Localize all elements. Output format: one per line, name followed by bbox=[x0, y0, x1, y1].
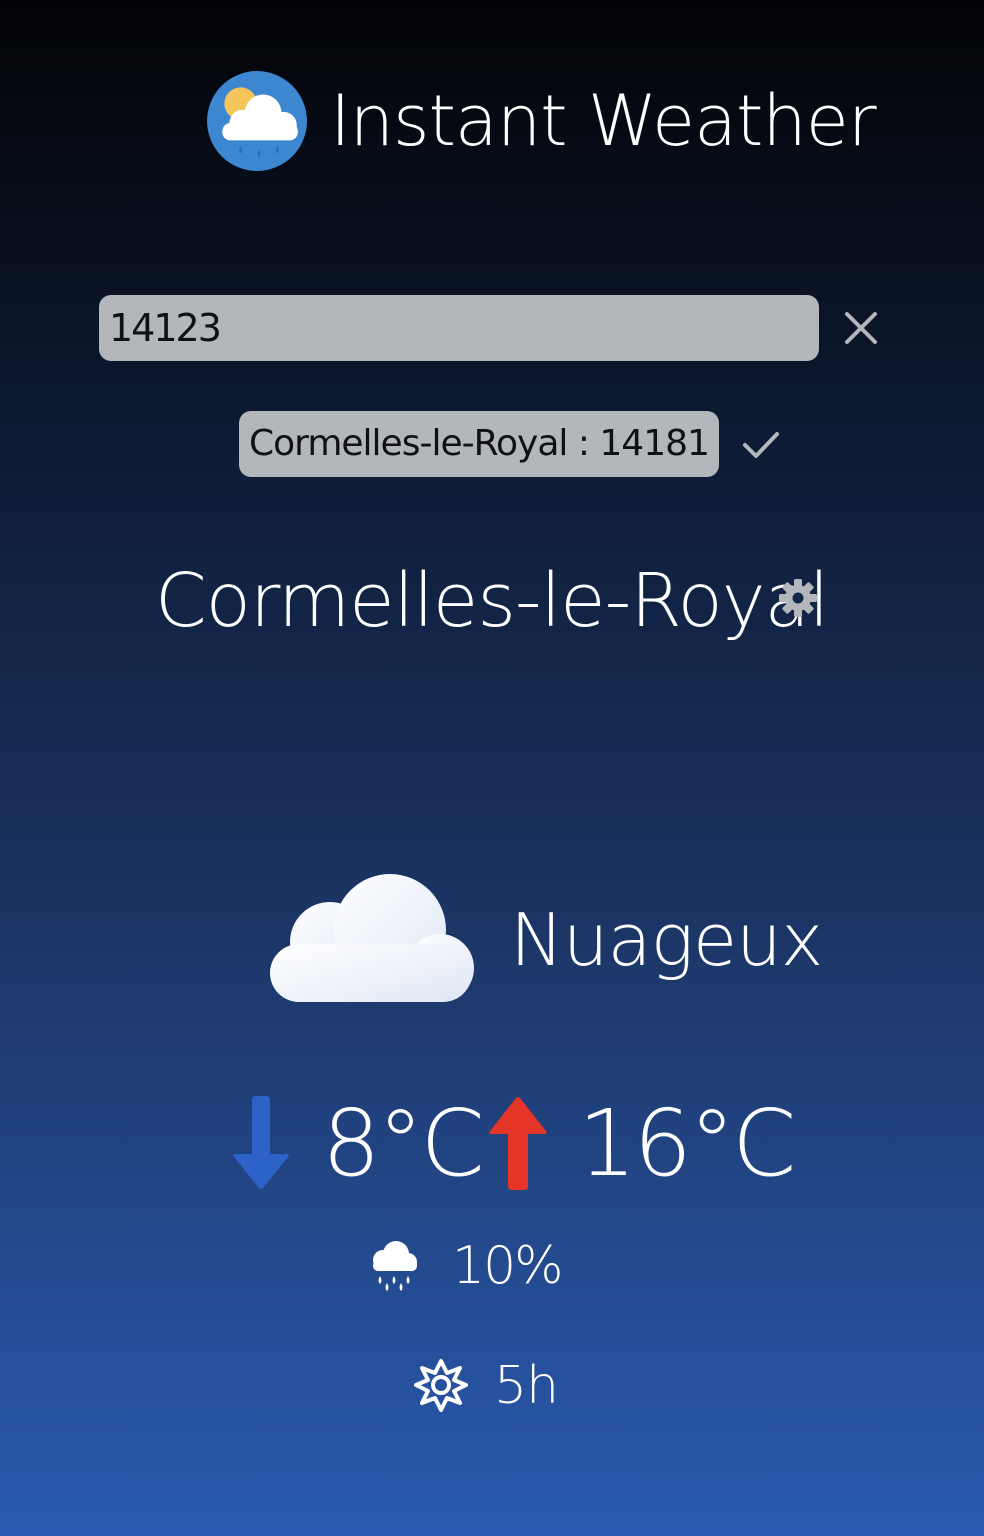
postal-code-input[interactable] bbox=[99, 295, 819, 361]
cloud-icon bbox=[270, 874, 474, 1002]
suggestion-row: Cormelles-le-Royal : 14181 bbox=[239, 411, 781, 477]
sunshine-hours: 5h bbox=[494, 1356, 559, 1416]
cloud-rain-icon bbox=[373, 1241, 417, 1291]
city-name: Cormelles-le-Royal bbox=[155, 558, 829, 644]
temperature-min: 8°C bbox=[322, 1090, 485, 1197]
app-header: Instant Weather bbox=[206, 70, 877, 172]
city-heading: Cormelles-le-Royal bbox=[155, 558, 829, 644]
app-title: Instant Weather bbox=[330, 80, 877, 162]
arrow-down-icon bbox=[233, 1096, 289, 1189]
search-bar bbox=[99, 295, 881, 361]
sun-cloud-rain-icon bbox=[207, 71, 307, 171]
sun-icon bbox=[414, 1359, 468, 1412]
city-suggestion[interactable]: Cormelles-le-Royal : 14181 bbox=[239, 411, 719, 477]
check-icon[interactable] bbox=[741, 424, 781, 464]
weather-condition: Nuageux bbox=[510, 898, 823, 982]
gear-icon[interactable] bbox=[778, 578, 818, 618]
temperature-max: 16°C bbox=[578, 1090, 796, 1197]
close-icon[interactable] bbox=[841, 308, 881, 348]
arrow-up-icon bbox=[489, 1097, 547, 1190]
rain-probability: 10% bbox=[452, 1236, 564, 1296]
